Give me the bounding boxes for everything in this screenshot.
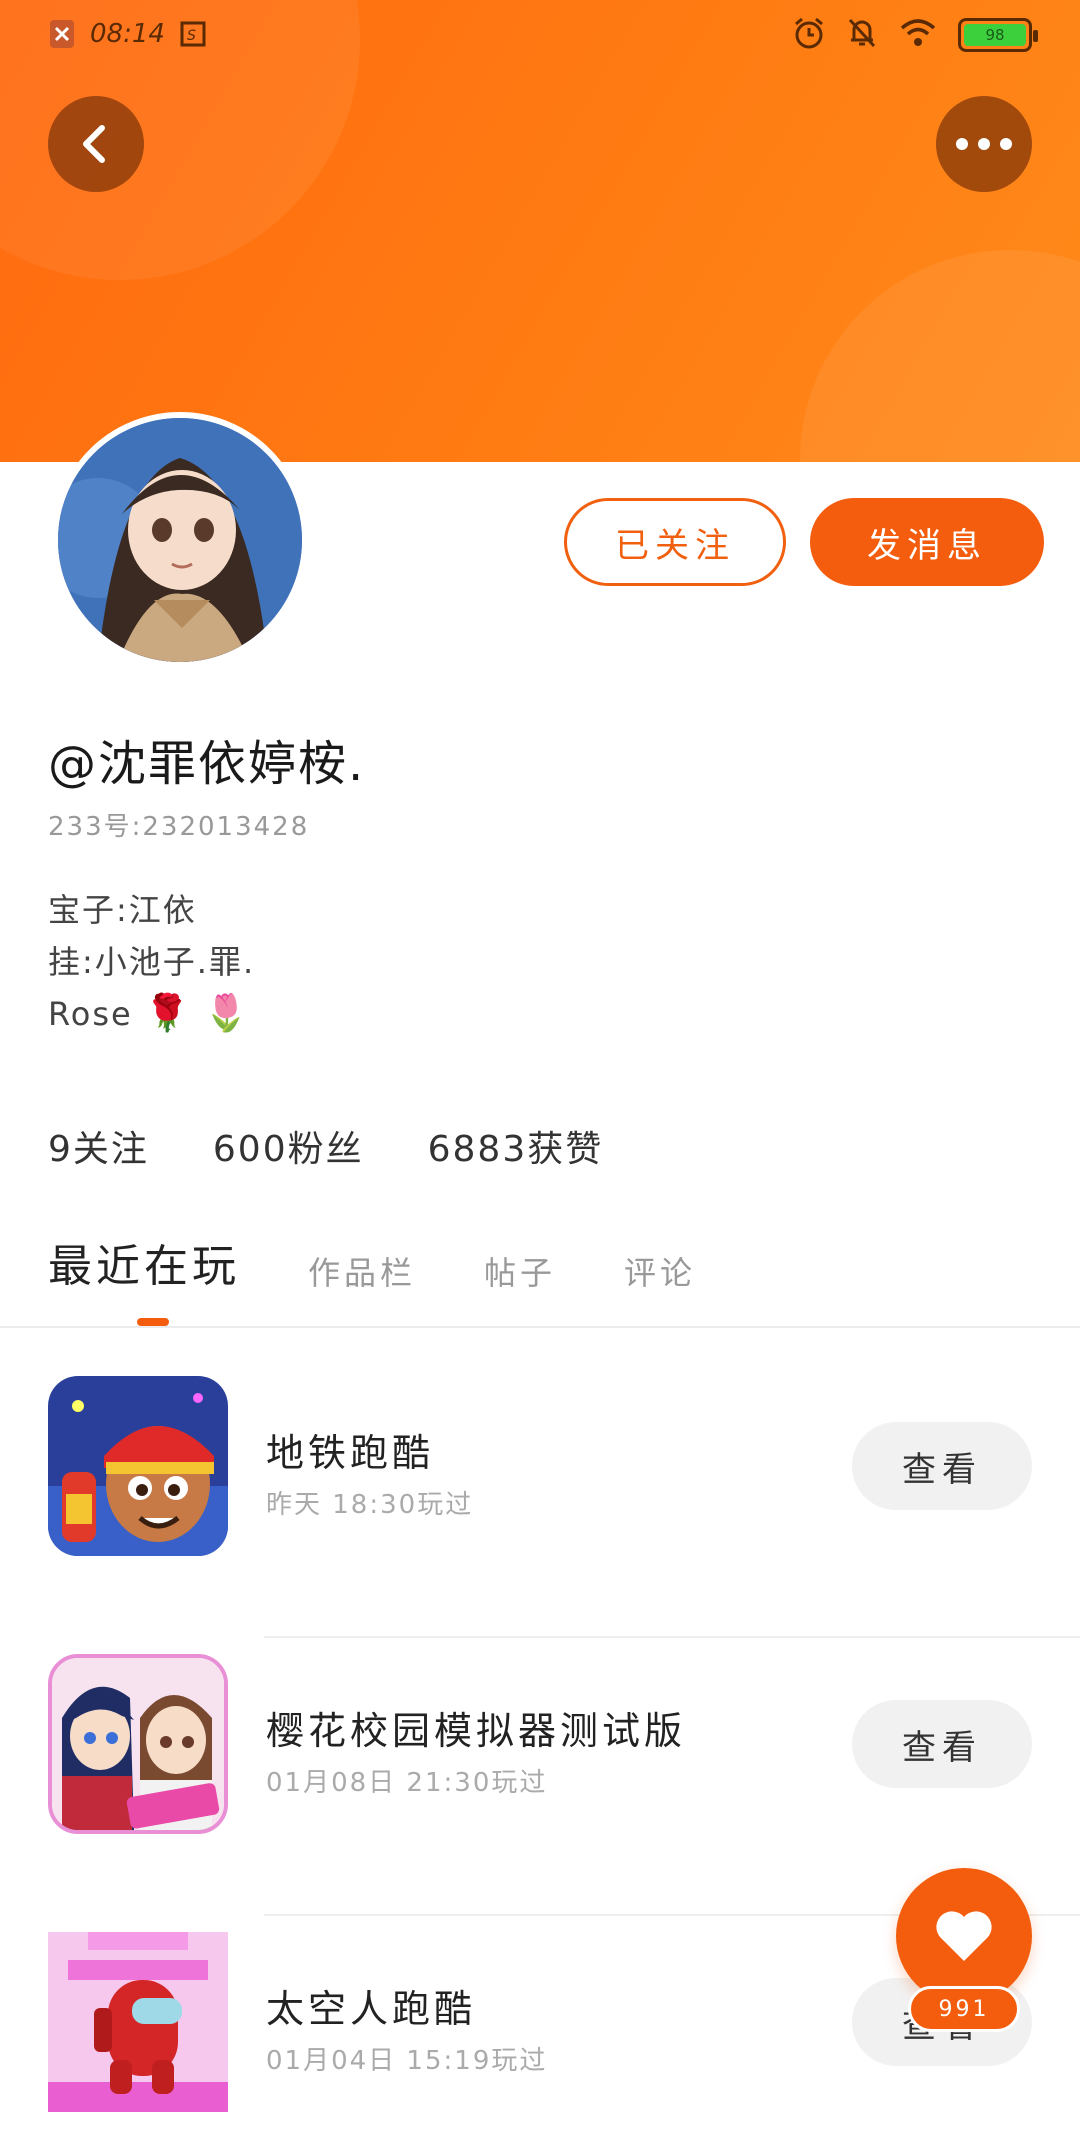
sakura-school-simulator-icon: [48, 1654, 228, 1834]
recent-games-list: 地铁跑酷 昨天 18:30玩过 查看 樱花校园模拟器测试版 01月08日 21:…: [0, 1360, 1080, 2154]
view-button[interactable]: 查看: [852, 1700, 1032, 1788]
app-notification-icon: [48, 18, 76, 50]
subway-surfers-icon: [48, 1376, 228, 1556]
last-played-time: 昨天 18:30玩过: [266, 1490, 474, 1520]
status-bar-right: 98: [792, 16, 1038, 54]
like-count-badge: 991: [908, 1986, 1020, 2032]
tab-recently-played[interactable]: 最近在玩: [48, 1230, 240, 1294]
tab-works[interactable]: 作品栏: [308, 1248, 416, 1294]
battery-icon: 98: [958, 18, 1038, 52]
bio-line: 宝子:江依: [48, 891, 197, 929]
more-dots-icon: [956, 138, 1012, 150]
send-message-button[interactable]: 发消息: [810, 498, 1044, 586]
tulip-emoji: 🌷: [203, 993, 251, 1034]
tab-posts[interactable]: 帖子: [484, 1248, 556, 1294]
avatar[interactable]: [52, 412, 308, 668]
bio: 宝子:江依 挂:小池子.罪. Rose 🌹 🌷: [48, 884, 255, 1040]
screenshot-icon: S: [179, 18, 207, 50]
following-count[interactable]: 9关注: [48, 1120, 149, 1172]
view-button[interactable]: 查看: [852, 1422, 1032, 1510]
username: @沈罪依婷桉.: [48, 736, 366, 792]
svg-text:S: S: [187, 28, 196, 44]
status-time: 08:14: [90, 19, 165, 49]
battery-level: 98: [964, 24, 1026, 46]
wifi-icon: [898, 18, 938, 52]
avatar-image: [58, 418, 302, 662]
status-bar: 08:14 S 98: [0, 0, 1080, 72]
followers-count[interactable]: 600粉丝: [213, 1120, 364, 1172]
bio-line: 挂:小池子.罪.: [48, 943, 256, 981]
alarm-icon: [792, 16, 826, 54]
game-name: 樱花校园模拟器测试版: [266, 1709, 687, 1753]
user-id: 233号:232013428: [48, 812, 310, 842]
game-name: 太空人跑酷: [266, 1987, 477, 2031]
tab-comments[interactable]: 评论: [624, 1248, 696, 1294]
rose-emoji: 🌹: [144, 993, 192, 1034]
bio-line: Rose 🌹 🌷: [48, 988, 255, 1040]
space-runner-icon: [48, 1932, 228, 2112]
heart-icon: [936, 1911, 992, 1961]
likes-count: 6883获赞: [427, 1129, 604, 1170]
mute-bell-icon: [846, 16, 878, 54]
last-played-time: 01月04日 15:19玩过: [266, 2046, 548, 2076]
back-button[interactable]: [48, 96, 144, 192]
list-item[interactable]: 樱花校园模拟器测试版 01月08日 21:30玩过 查看: [0, 1638, 1080, 1916]
game-name: 地铁跑酷: [266, 1431, 435, 1475]
header-decoration: [800, 250, 1080, 462]
like-floating-button[interactable]: [896, 1868, 1032, 2004]
status-bar-left: 08:14 S: [48, 18, 207, 50]
followed-button[interactable]: 已关注: [564, 498, 786, 586]
more-options-button[interactable]: [936, 96, 1032, 192]
profile-tabs: 最近在玩 作品栏 帖子 评论: [48, 1230, 696, 1294]
profile-stats: 9关注 600粉丝 6883获赞: [48, 1120, 603, 1172]
active-tab-indicator: [137, 1318, 169, 1326]
last-played-time: 01月08日 21:30玩过: [266, 1768, 548, 1798]
list-item[interactable]: 地铁跑酷 昨天 18:30玩过 查看: [0, 1360, 1080, 1638]
bio-text: Rose: [48, 995, 133, 1033]
divider: [0, 1326, 1080, 1328]
chevron-left-icon: [83, 125, 105, 163]
